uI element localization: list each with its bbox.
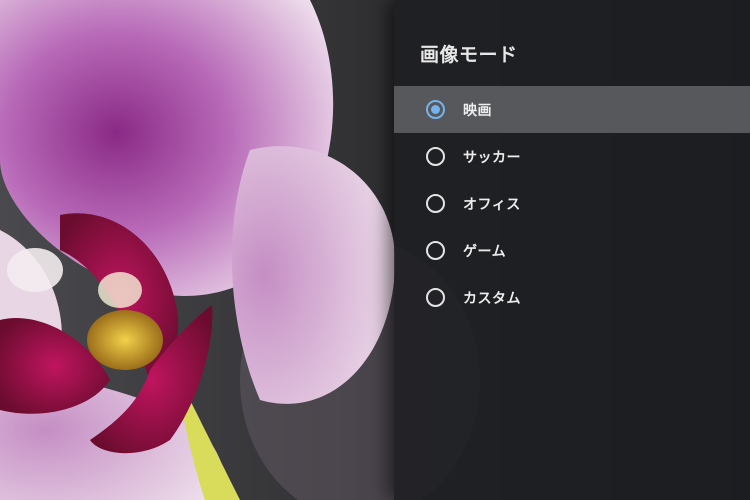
menu-item-office[interactable]: オフィス [394,180,750,227]
panel-title: 画像モード [420,44,518,66]
menu-item-soccer[interactable]: サッカー [394,133,750,180]
menu-item-label: 映画 [463,102,492,119]
menu-item-label: ゲーム [463,243,507,260]
radio-unchecked-icon[interactable] [426,194,445,213]
radio-checked-icon[interactable] [426,100,445,119]
picture-mode-panel: 画像モード 映画 サッカー オフィス ゲーム カスタム [394,0,750,500]
menu-item-custom[interactable]: カスタム [394,274,750,321]
menu-item-label: オフィス [463,196,521,213]
menu-item-label: サッカー [463,149,521,166]
tv-screen: 画像モード 映画 サッカー オフィス ゲーム カスタム [0,0,750,500]
menu-item-label: カスタム [463,290,521,307]
radio-unchecked-icon[interactable] [426,147,445,166]
radio-unchecked-icon[interactable] [426,288,445,307]
picture-mode-list: 映画 サッカー オフィス ゲーム カスタム [394,86,750,321]
radio-unchecked-icon[interactable] [426,241,445,260]
menu-item-game[interactable]: ゲーム [394,227,750,274]
menu-item-movie[interactable]: 映画 [394,86,750,133]
